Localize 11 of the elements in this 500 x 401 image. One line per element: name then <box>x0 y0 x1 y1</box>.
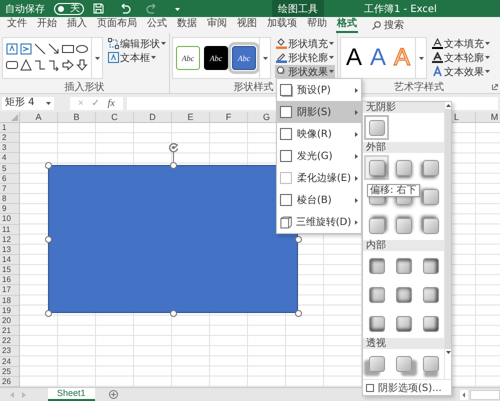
group-label: 插入形状 <box>64 80 104 94</box>
autosave-label: 自动保存 <box>5 2 45 16</box>
section-header: 内部 <box>363 240 444 251</box>
context-tab-label: 绘图工具 <box>272 0 324 17</box>
group-label: 艺术字样式 <box>394 80 444 94</box>
section-header: 无阴影 <box>363 102 444 113</box>
window-title: 工作簿1 - Excel <box>364 2 437 16</box>
section-header: 外部 <box>363 142 444 153</box>
group-label: 形状样式 <box>234 80 274 94</box>
tooltip: 偏移: 右下 <box>367 184 420 197</box>
section-header: 透视 <box>363 338 444 349</box>
